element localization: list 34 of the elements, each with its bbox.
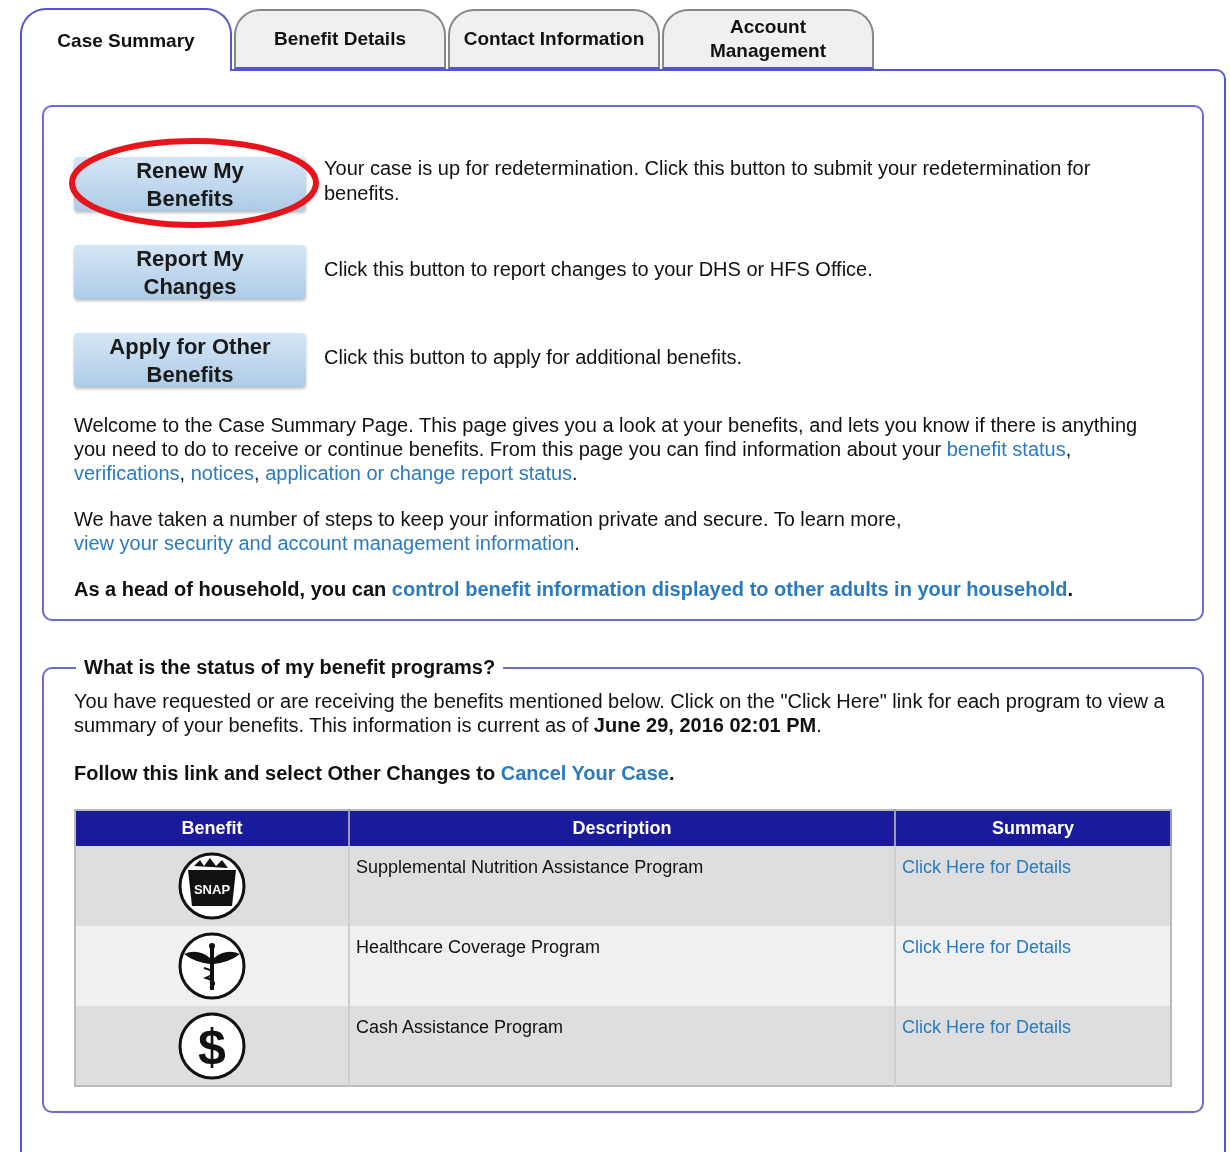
column-header: Benefit [75,810,349,846]
action-button[interactable]: Renew My Benefits [74,157,306,211]
dollar-icon: $ [178,1011,246,1080]
column-header: Description [349,810,895,846]
tab[interactable]: Contact Information [448,9,660,69]
table-cell: Cash Assistance Program [356,1017,564,1037]
paragraph: Follow this link and select Other Changes to Cancel Your Case. [74,761,676,785]
paragraph: We have taken a number of steps to keep your information private and secure. To learn more, view your security and account management information. [74,507,903,555]
action-button[interactable]: Apply for Other Benefits [74,333,306,387]
tab[interactable]: Benefit Details [234,9,446,69]
text-link[interactable]: application or change report status [265,462,573,484]
details-link[interactable]: Click Here for Details [902,857,1072,877]
paragraph: As a head of household, you can control benefit information displayed to other adults in your household. [74,577,1074,601]
text-link[interactable]: Cancel Your Case [500,762,669,784]
table-cell: Supplemental Nutrition Assistance Program [356,857,704,877]
text-link[interactable]: view your security and account management information [74,532,575,554]
column-header: Summary [895,810,1171,846]
tab[interactable]: Account Management [662,9,874,69]
details-link[interactable]: Click Here for Details [902,1017,1072,1037]
table-cell: Healthcare Coverage Program [356,937,601,957]
paragraph: You have requested or are receiving the benefits mentioned below. Click on the "Click Here" link for each program to view a summary of your benefits. This information is current as of June 29, 2016 02:01 PM. [74,689,1166,737]
tab[interactable]: Case Summary [20,8,232,71]
action-description: Click this button to report changes to your DHS or HFS Office. [324,256,874,282]
text-link[interactable]: notices [190,462,255,484]
action-button[interactable]: Report My Changes [74,245,306,299]
action-description: Your case is up for redetermination. Click this button to submit your redetermination for benefits. [324,156,1092,206]
text-link[interactable]: verifications [74,462,180,484]
caduceus-icon [178,932,246,1000]
action-description: Click this button to apply for additional benefits. [324,344,744,370]
paragraph: Welcome to the Case Summary Page. This page gives you a look at your benefits, and lets you know if there is anything you need to do to receive or continue benefits. From this page you can find information about your benefit status, verifications, notices, application or change report status. [74,413,1139,485]
text-link[interactable]: control benefit information displayed to other adults in your household [391,578,1068,600]
grocery-bag-icon: SNAP [178,852,246,920]
details-link[interactable]: Click Here for Details [902,937,1072,957]
text-link[interactable]: benefit status [946,438,1066,460]
